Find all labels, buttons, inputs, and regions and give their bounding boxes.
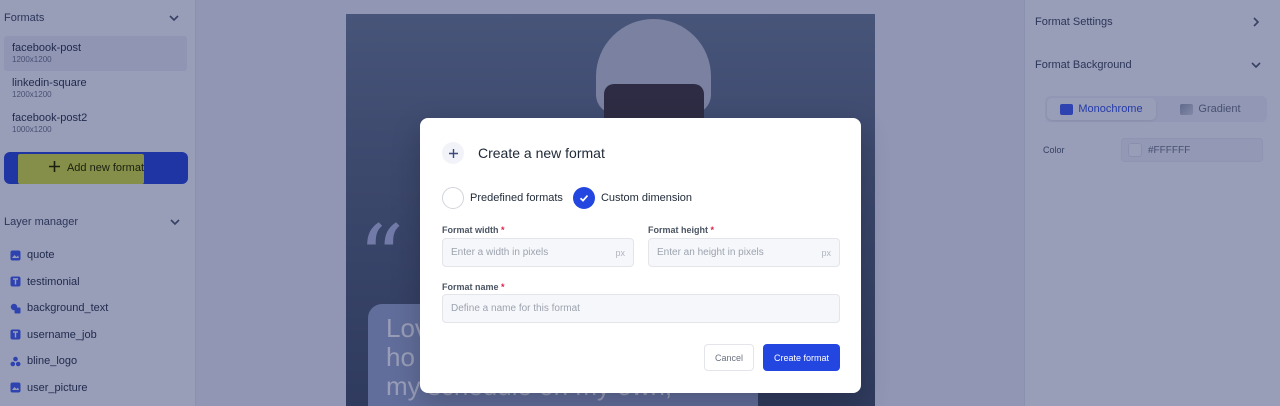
required-mark: * [501, 225, 505, 235]
format-name-input[interactable]: Define a name for this format [442, 294, 840, 323]
plus-icon [48, 160, 61, 176]
cancel-button[interactable]: Cancel [704, 344, 754, 371]
plus-icon [442, 142, 464, 164]
add-new-format-label: Add new format [66, 162, 145, 174]
custom-dimension-radio[interactable]: Custom dimension [572, 187, 693, 209]
modal-title: Create a new format [478, 145, 605, 161]
required-mark: * [501, 282, 505, 292]
format-height-input[interactable]: Enter an height in pixels px [648, 238, 840, 267]
create-format-button[interactable]: Create format [763, 344, 840, 371]
format-name-label: Format name * [442, 282, 505, 292]
format-width-label-text: Format width [442, 225, 499, 235]
format-width-label: Format width * [442, 225, 505, 235]
custom-dimension-label: Custom dimension [600, 192, 693, 204]
format-height-label: Format height * [648, 225, 714, 235]
radio-unchecked-icon [442, 187, 464, 209]
predefined-formats-radio[interactable]: Predefined formats [442, 187, 563, 209]
format-width-input[interactable]: Enter a width in pixels px [442, 238, 634, 267]
width-unit: px [615, 247, 625, 258]
format-width-placeholder: Enter a width in pixels [451, 247, 549, 258]
create-format-modal: Create a new format Predefined formats C… [420, 118, 861, 393]
format-height-placeholder: Enter an height in pixels [657, 247, 764, 258]
height-unit: px [821, 247, 831, 258]
format-name-label-text: Format name [442, 282, 499, 292]
format-name-placeholder: Define a name for this format [451, 303, 580, 314]
radio-checked-icon [572, 187, 595, 209]
format-height-label-text: Format height [648, 225, 708, 235]
predefined-formats-label: Predefined formats [470, 192, 563, 204]
required-mark: * [710, 225, 715, 235]
